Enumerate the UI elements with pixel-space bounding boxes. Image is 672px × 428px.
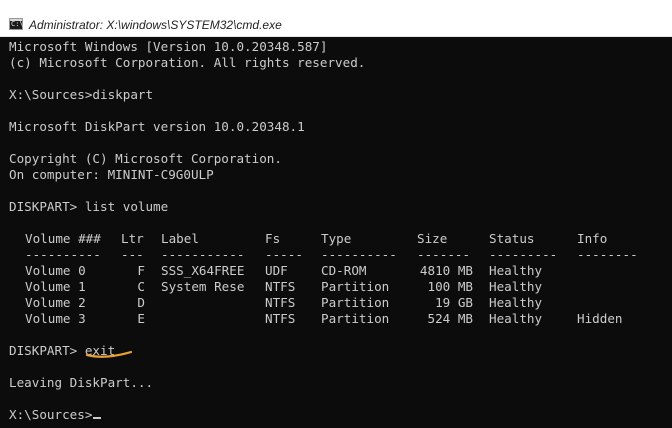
type-cell: Partition <box>321 311 390 326</box>
type-cell: Partition <box>321 279 390 294</box>
volume-cell: Volume 3 <box>25 311 86 326</box>
ltr-cell: F <box>137 263 145 278</box>
col-header-label: Label <box>161 231 199 246</box>
volume-cell: Volume 2 <box>25 295 86 310</box>
size-cell: 524 MB <box>427 311 474 326</box>
separator-ltr: --- <box>121 247 144 262</box>
console-line-computer-name: On computer: MININT-C9G0ULP <box>9 167 214 182</box>
cmd-icon-glyph: C:\ <box>11 20 24 28</box>
title-bar[interactable]: C:\ Administrator: X:\windows\SYSTEM32\c… <box>0 0 672 37</box>
volume-cell: Volume 1 <box>25 279 86 294</box>
text-cursor <box>93 417 102 419</box>
col-header-fs: Fs <box>265 231 281 246</box>
ltr-cell: D <box>137 295 145 310</box>
console-line-copyright: (c) Microsoft Corporation. All rights re… <box>9 55 366 70</box>
status-cell: Healthy <box>489 263 543 278</box>
label-cell: SSS_X64FREE <box>161 263 245 278</box>
ltr-cell: C <box>137 279 145 294</box>
cmd-window: C:\ Administrator: X:\windows\SYSTEM32\c… <box>0 0 672 428</box>
fs-cell: UDF <box>265 263 288 278</box>
fs-cell: NTFS <box>265 311 296 326</box>
console-line-final-prompt: X:\Sources> <box>9 407 102 423</box>
info-cell: Hidden <box>577 311 623 326</box>
window-title: Administrator: X:\windows\SYSTEM32\cmd.e… <box>29 18 282 32</box>
fs-cell: NTFS <box>265 279 296 294</box>
volume-row-3: Volume 3 E NTFS Partition 524 MB Healthy… <box>9 311 623 327</box>
console-area[interactable]: Microsoft Windows [Version 10.0.20348.58… <box>0 37 672 428</box>
console-line-version: Microsoft Windows [Version 10.0.20348.58… <box>9 39 328 54</box>
size-cell: 100 MB <box>427 279 474 294</box>
col-header-size: Size <box>417 231 448 246</box>
sources-prompt: X:\Sources> <box>9 407 93 422</box>
status-cell: Healthy <box>489 295 543 310</box>
volume-table-separator: ---------- --- ----------- ----- -------… <box>9 247 638 263</box>
col-header-ltr: Ltr <box>121 231 144 246</box>
separator-fs: ----- <box>265 247 303 262</box>
volume-table-header: Volume ### Ltr Label Fs Type Size Status… <box>9 231 607 247</box>
separator-type: ---------- <box>321 247 397 262</box>
status-cell: Healthy <box>489 279 543 294</box>
col-header-volume: Volume ### <box>25 231 101 246</box>
diskpart-prompt: DISKPART> <box>9 343 85 358</box>
status-cell: Healthy <box>489 311 543 326</box>
annotation-underline <box>85 350 133 358</box>
col-header-info: Info <box>577 231 608 246</box>
col-header-type: Type <box>321 231 352 246</box>
console-line-diskpart-version: Microsoft DiskPart version 10.0.20348.1 <box>9 119 305 134</box>
col-header-status: Status <box>489 231 535 246</box>
size-cell: 4810 MB <box>419 263 473 278</box>
console-line-diskpart-copyright: Copyright (C) Microsoft Corporation. <box>9 151 282 166</box>
console-line-list-volume: DISKPART> list volume <box>9 199 169 214</box>
type-cell: Partition <box>321 295 390 310</box>
label-cell: System Rese <box>161 279 245 294</box>
fs-cell: NTFS <box>265 295 296 310</box>
type-cell: CD-ROM <box>321 263 367 278</box>
console-line-diskpart-command: X:\Sources>diskpart <box>9 87 154 102</box>
ltr-cell: E <box>137 311 145 326</box>
console-line-leaving: Leaving DiskPart... <box>9 375 154 390</box>
separator-info: -------- <box>577 247 638 262</box>
size-cell: 19 GB <box>435 295 473 310</box>
volume-row-0: Volume 0 F SSS_X64FREE UDF CD-ROM 4810 M… <box>9 263 542 279</box>
separator-label: ----------- <box>161 247 245 262</box>
separator-status: --------- <box>489 247 558 262</box>
cmd-icon[interactable]: C:\ <box>9 18 24 30</box>
volume-cell: Volume 0 <box>25 263 86 278</box>
separator-size: ------- <box>417 247 471 262</box>
volume-row-1: Volume 1 C System Rese NTFS Partition 10… <box>9 279 542 295</box>
separator-volume: ---------- <box>25 247 101 262</box>
volume-row-2: Volume 2 D NTFS Partition 19 GB Healthy <box>9 295 542 311</box>
